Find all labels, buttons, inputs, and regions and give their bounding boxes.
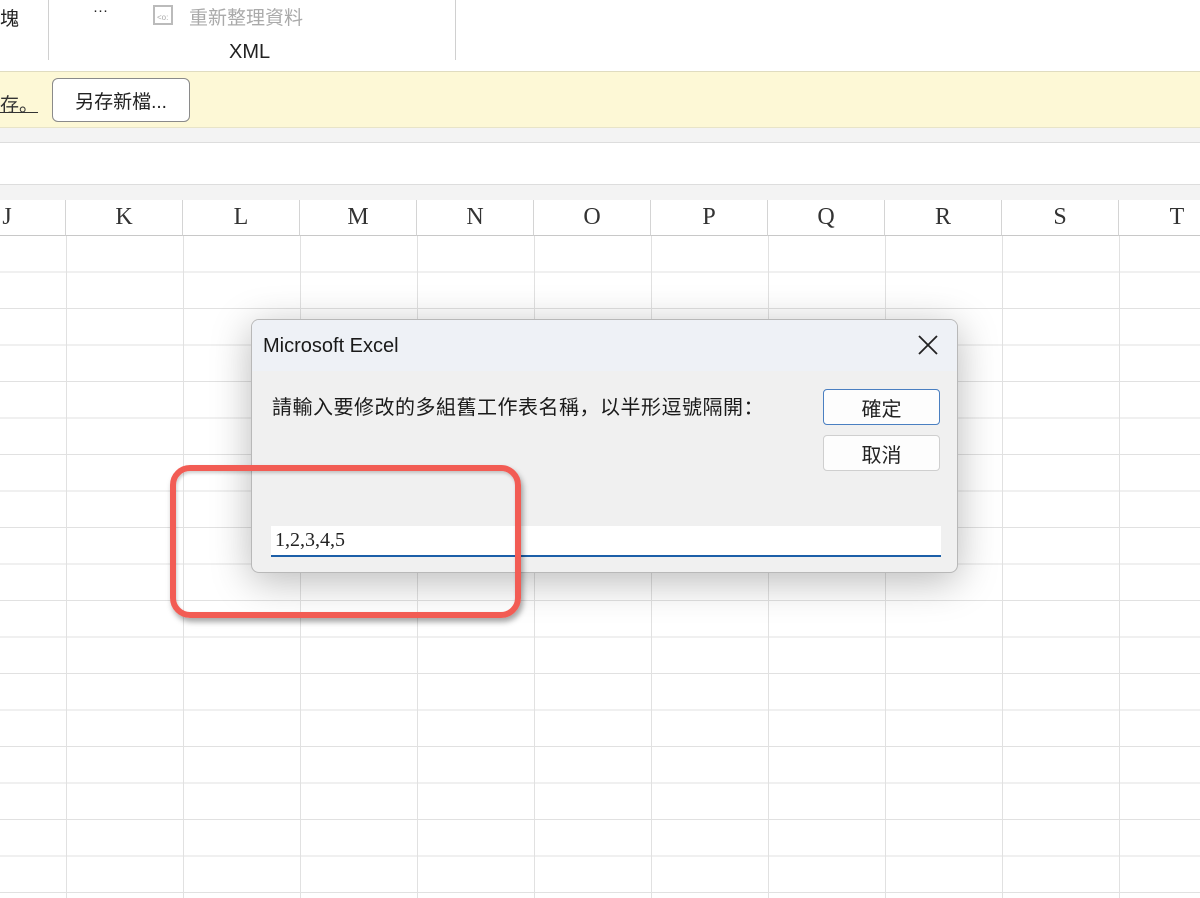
column-header-o[interactable]: O [534,200,651,236]
column-header-t[interactable]: T [1119,200,1200,236]
column-header-p[interactable]: P [651,200,768,236]
message-bar: 存。 另存新檔... [0,71,1200,128]
column-header-r[interactable]: R [885,200,1002,236]
svg-text:<o:: <o: [157,13,168,22]
column-header-n[interactable]: N [417,200,534,236]
refresh-data-button[interactable]: 重新整理資料 [189,3,303,30]
divider [0,128,1200,142]
ribbon-partial-label: 塊 [0,9,20,30]
column-header-m[interactable]: M [300,200,417,236]
dialog-title: Microsoft Excel [263,335,399,357]
message-bar-link[interactable]: 存。 [0,90,38,117]
divider [0,185,1200,200]
column-header-l[interactable]: L [183,200,300,236]
ribbon-more-button[interactable]: ··· [93,2,108,19]
dialog-prompt: 請輸入要修改的多組舊工作表名稱，以半形逗號隔開： [272,397,764,419]
column-header-k[interactable]: K [66,200,183,236]
save-as-button[interactable]: 另存新檔... [52,78,190,122]
column-header-j[interactable]: J [0,200,66,236]
ribbon-divider [48,0,49,60]
ribbon-group-label: XML [229,41,271,63]
column-header-q[interactable]: Q [768,200,885,236]
highlight-annotation [170,465,521,618]
ribbon-divider [455,0,456,60]
ok-button[interactable]: 確定 [823,389,940,425]
close-icon[interactable] [913,330,943,360]
ribbon: 塊 ··· <o: 重新整理資料 XML [0,0,1200,70]
column-header-s[interactable]: S [1002,200,1119,236]
refresh-data-icon: <o: [152,2,178,26]
formula-bar[interactable] [0,142,1200,185]
dialog-title-bar: Microsoft Excel [252,320,957,371]
cancel-button[interactable]: 取消 [823,435,940,471]
